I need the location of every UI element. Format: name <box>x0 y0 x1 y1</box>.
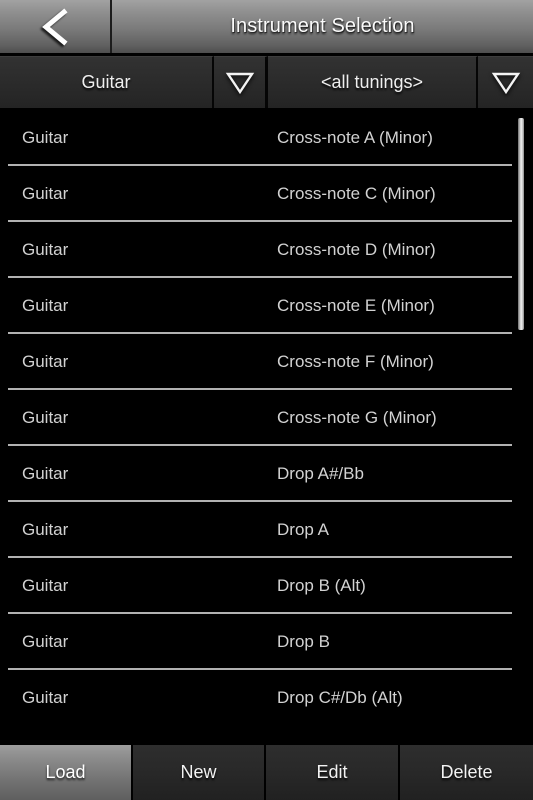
row-tuning: Drop C#/Db (Alt) <box>277 688 403 707</box>
row-instrument: Guitar <box>22 240 69 259</box>
list-scrollbar-thumb[interactable] <box>518 118 524 330</box>
chevron-left-icon <box>38 7 72 46</box>
row-tuning: Cross-note D (Minor) <box>277 240 436 259</box>
edit-button[interactable]: Edit <box>266 745 400 800</box>
tuning-filter-dropdown-button[interactable] <box>478 56 533 108</box>
back-button[interactable] <box>0 0 112 53</box>
row-instrument: Guitar <box>22 688 69 707</box>
table-row[interactable]: Guitar Drop A <box>0 502 533 558</box>
delete-button-label: Delete <box>440 762 493 782</box>
page-title: Instrument Selection <box>230 15 415 37</box>
filter-bar: Guitar <all tunings> <box>0 55 533 110</box>
table-row[interactable]: Guitar Cross-note A (Minor) <box>0 110 533 166</box>
row-instrument: Guitar <box>22 464 69 483</box>
delete-button[interactable]: Delete <box>400 745 533 800</box>
table-row[interactable]: Guitar Drop B (Alt) <box>0 558 533 614</box>
row-tuning: Cross-note C (Minor) <box>277 184 436 203</box>
tuning-filter-value: <all tunings> <box>320 72 424 92</box>
row-tuning: Cross-note F (Minor) <box>277 352 434 371</box>
load-button[interactable]: Load <box>0 745 133 800</box>
row-instrument: Guitar <box>22 576 69 595</box>
table-row[interactable]: Guitar Cross-note G (Minor) <box>0 390 533 446</box>
table-row[interactable]: Guitar Cross-note D (Minor) <box>0 222 533 278</box>
row-instrument: Guitar <box>22 632 69 651</box>
new-button-label: New <box>180 762 217 782</box>
instrument-filter-select[interactable]: Guitar <box>0 56 214 108</box>
row-tuning: Drop A#/Bb <box>277 464 364 483</box>
triangle-down-icon <box>225 71 255 95</box>
tuning-filter-select[interactable]: <all tunings> <box>268 56 478 108</box>
row-tuning: Drop B <box>277 632 330 651</box>
new-button[interactable]: New <box>133 745 266 800</box>
table-row[interactable]: Guitar Cross-note F (Minor) <box>0 334 533 390</box>
row-tuning: Cross-note E (Minor) <box>277 296 435 315</box>
list-scrollbar-track[interactable] <box>518 110 529 724</box>
load-button-label: Load <box>45 762 86 782</box>
row-tuning: Drop B (Alt) <box>277 576 366 595</box>
triangle-down-icon <box>491 71 521 95</box>
row-tuning: Drop A <box>277 520 329 539</box>
instrument-list[interactable]: Guitar Cross-note A (Minor) Guitar Cross-no… <box>0 110 533 724</box>
instrument-selection-screen: Instrument Selection Guitar <all tunings… <box>0 0 533 800</box>
edit-button-label: Edit <box>316 762 348 782</box>
row-tuning: Cross-note G (Minor) <box>277 408 437 427</box>
action-button-bar: Load New Edit Delete <box>0 745 533 800</box>
table-row[interactable]: Guitar Drop B <box>0 614 533 670</box>
row-instrument: Guitar <box>22 184 69 203</box>
instrument-filter-dropdown-button[interactable] <box>214 56 268 108</box>
table-row[interactable]: Guitar Drop C#/Db (Alt) <box>0 670 533 724</box>
row-instrument: Guitar <box>22 352 69 371</box>
table-row[interactable]: Guitar Cross-note E (Minor) <box>0 278 533 334</box>
row-instrument: Guitar <box>22 408 69 427</box>
title-area: Instrument Selection <box>112 0 533 53</box>
instrument-filter-value: Guitar <box>81 72 131 92</box>
title-bar: Instrument Selection <box>0 0 533 54</box>
table-row[interactable]: Guitar Cross-note C (Minor) <box>0 166 533 222</box>
row-tuning: Cross-note A (Minor) <box>277 128 433 147</box>
row-instrument: Guitar <box>22 128 69 147</box>
table-row[interactable]: Guitar Drop A#/Bb <box>0 446 533 502</box>
row-instrument: Guitar <box>22 296 69 315</box>
row-instrument: Guitar <box>22 520 69 539</box>
